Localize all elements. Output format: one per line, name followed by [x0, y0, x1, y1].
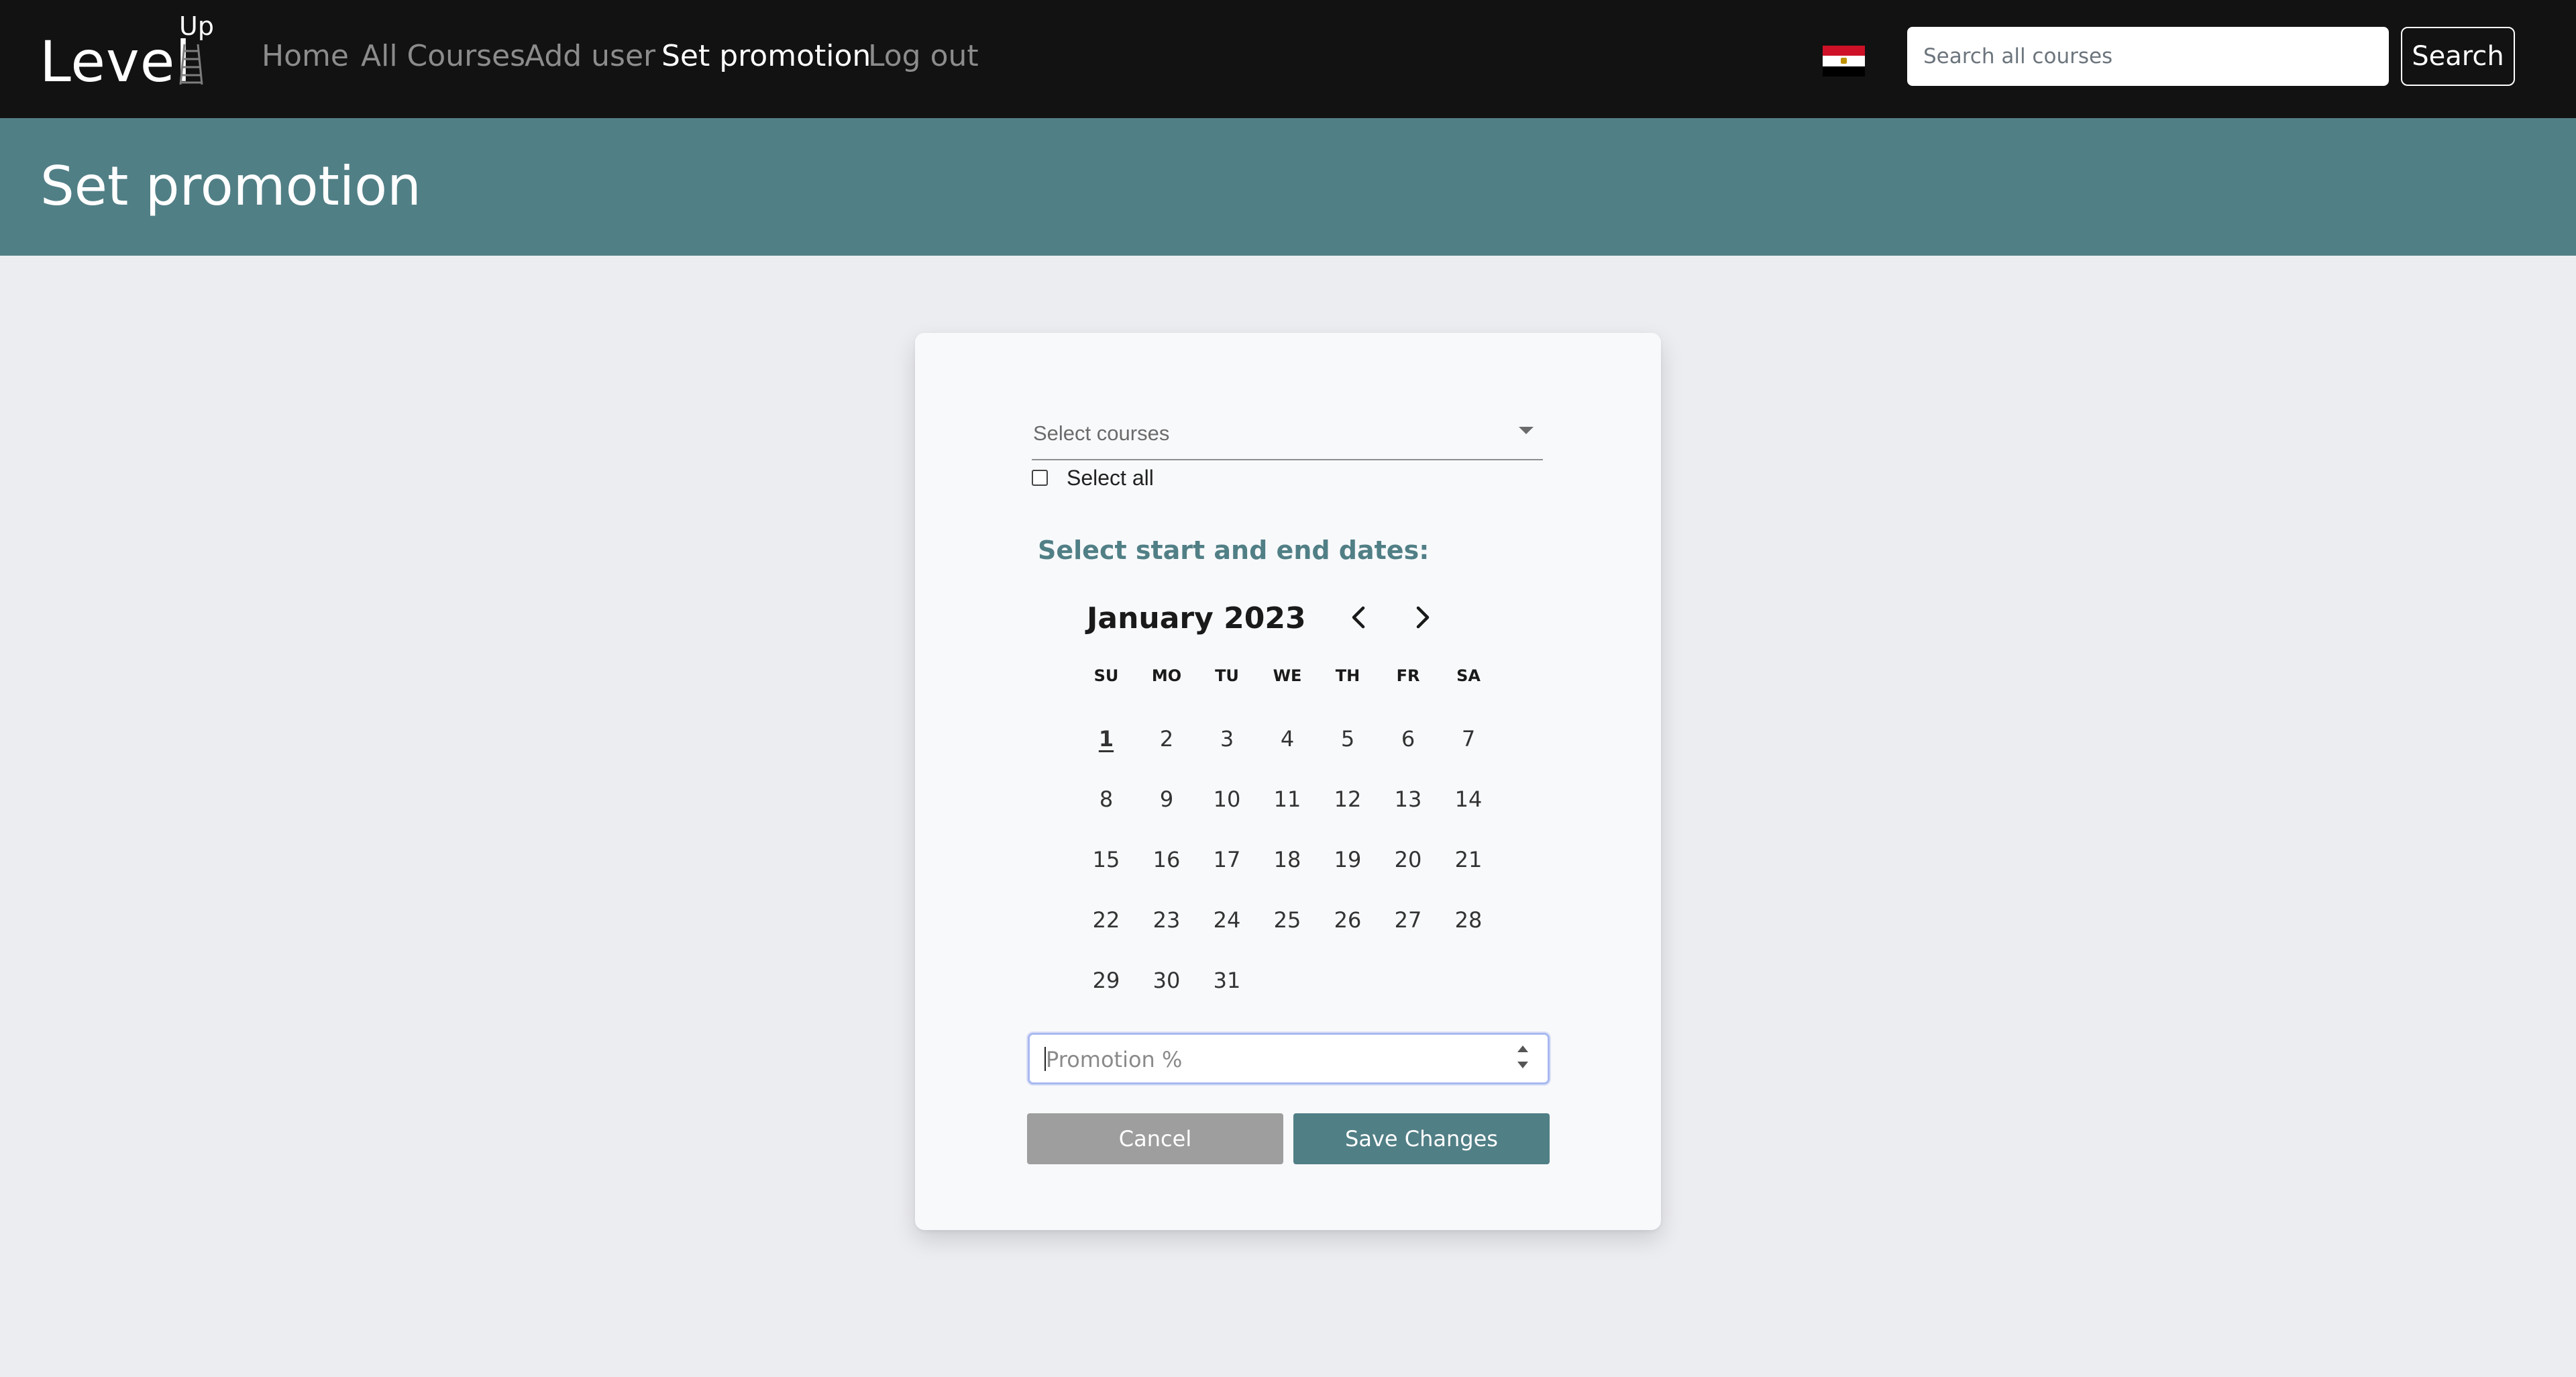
calendar-day[interactable]: 21 — [1438, 849, 1499, 870]
nav-add-user[interactable]: Add user — [525, 42, 655, 71]
calendar-day[interactable]: 9 — [1136, 788, 1197, 810]
calendar-day[interactable]: 2 — [1136, 728, 1197, 750]
top-navbar: Level Up Home All Courses Add user Set p… — [0, 0, 2576, 118]
calendar-day[interactable]: 24 — [1197, 909, 1257, 931]
page-header-band: Set promotion — [0, 118, 2576, 256]
calendar-day[interactable]: 28 — [1438, 909, 1499, 931]
calendar-day[interactable]: 31 — [1197, 970, 1257, 991]
dropdown-caret-icon[interactable] — [1519, 427, 1534, 434]
calendar-day[interactable]: 20 — [1378, 849, 1438, 870]
number-spinner[interactable] — [1515, 1044, 1530, 1074]
weekday-header: SA — [1456, 666, 1481, 685]
promotion-input[interactable] — [1044, 1035, 1483, 1084]
calendar-day[interactable]: 5 — [1318, 728, 1378, 750]
calendar-day[interactable]: 30 — [1136, 970, 1197, 991]
calendar-day[interactable]: 25 — [1257, 909, 1318, 931]
calendar-day[interactable]: 13 — [1378, 788, 1438, 810]
nav-log-out[interactable]: Log out — [868, 42, 979, 71]
course-select-placeholder: Select courses — [1033, 421, 1170, 445]
calendar-day[interactable]: 17 — [1197, 849, 1257, 870]
dates-heading: Select start and end dates: — [1038, 536, 1430, 565]
select-all-label[interactable]: Select all — [1067, 467, 1154, 489]
weekday-header: MO — [1151, 666, 1182, 685]
search-input[interactable] — [1907, 27, 2389, 86]
calendar-day[interactable]: 10 — [1197, 788, 1257, 810]
chevron-left-icon[interactable] — [1343, 601, 1375, 633]
cancel-button[interactable]: Cancel — [1027, 1113, 1283, 1164]
spinner-up-icon[interactable] — [1517, 1046, 1528, 1052]
page-title: Set promotion — [40, 155, 421, 217]
calendar-day[interactable]: 3 — [1197, 728, 1257, 750]
calendar-day[interactable]: 16 — [1136, 849, 1197, 870]
text-cursor — [1044, 1047, 1046, 1071]
search-button[interactable]: Search — [2401, 27, 2515, 86]
calendar-day[interactable]: 12 — [1318, 788, 1378, 810]
calendar-day[interactable]: 18 — [1257, 849, 1318, 870]
calendar-day[interactable]: 19 — [1318, 849, 1378, 870]
calendar-day[interactable]: 4 — [1257, 728, 1318, 750]
select-all-checkbox[interactable] — [1032, 470, 1048, 486]
weekday-header: SU — [1093, 666, 1119, 685]
promotion-form-card: Select courses Select all Select start a… — [915, 333, 1661, 1230]
nav-all-courses[interactable]: All Courses — [361, 42, 525, 71]
calendar-day[interactable]: 27 — [1378, 909, 1438, 931]
nav-set-promotion[interactable]: Set promotion — [661, 42, 871, 71]
weekday-header: TU — [1215, 666, 1239, 685]
calendar-day[interactable]: 15 — [1076, 849, 1136, 870]
calendar-day[interactable]: 8 — [1076, 788, 1136, 810]
brand-logo[interactable]: Level Up — [40, 13, 221, 94]
spinner-down-icon[interactable] — [1517, 1062, 1528, 1068]
ladder-icon — [179, 44, 203, 85]
calendar-day[interactable]: 11 — [1257, 788, 1318, 810]
save-changes-button[interactable]: Save Changes — [1293, 1113, 1550, 1164]
weekday-header: WE — [1273, 666, 1302, 685]
nav-home[interactable]: Home — [262, 42, 349, 71]
calendar-day[interactable]: 26 — [1318, 909, 1378, 931]
course-select[interactable]: Select courses — [1032, 420, 1543, 460]
calendar-day[interactable]: 22 — [1076, 909, 1136, 931]
weekday-header: FR — [1396, 666, 1420, 685]
calendar-day[interactable]: 14 — [1438, 788, 1499, 810]
egypt-flag-icon[interactable] — [1823, 46, 1865, 76]
weekday-header: TH — [1335, 666, 1360, 685]
calendar-day[interactable]: 1 — [1076, 728, 1136, 750]
calendar-day[interactable]: 23 — [1136, 909, 1197, 931]
chevron-right-icon[interactable] — [1406, 601, 1438, 633]
brand-superscript: Up — [179, 11, 214, 41]
promotion-field[interactable] — [1028, 1033, 1550, 1084]
calendar-day[interactable]: 29 — [1076, 970, 1136, 991]
brand-name: Level — [40, 29, 192, 95]
calendar-day[interactable]: 6 — [1378, 728, 1438, 750]
calendar-month-label: January 2023 — [1087, 601, 1306, 635]
calendar-day[interactable]: 7 — [1438, 728, 1499, 750]
